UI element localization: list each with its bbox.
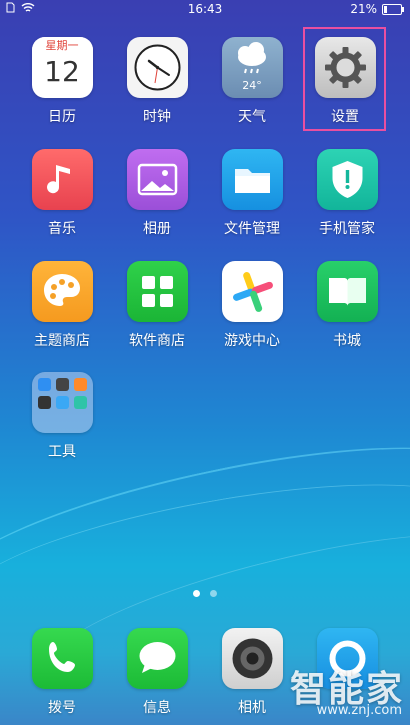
status-time: 16:43 <box>187 2 223 16</box>
palette-icon <box>31 261 93 322</box>
message-icon <box>126 628 188 689</box>
app-file-manager[interactable]: 文件管理 <box>207 149 297 238</box>
book-icon <box>316 261 378 322</box>
weather-temp: 24° <box>242 79 262 92</box>
app-label: 工具 <box>48 444 76 460</box>
app-label: 信息 <box>143 700 171 716</box>
phone-icon <box>31 628 93 689</box>
page-dot-1[interactable] <box>193 590 200 597</box>
app-label: 相册 <box>143 221 171 237</box>
contacts-mini-icon <box>37 378 51 391</box>
app-album[interactable]: 相册 <box>112 149 202 238</box>
settings-highlight-box <box>303 27 386 131</box>
photo-album-icon <box>126 149 188 210</box>
app-label: 书城 <box>333 333 361 349</box>
app-grid-icon <box>126 261 188 322</box>
app-label: 天气 <box>238 109 266 125</box>
sync-mini-icon <box>55 396 69 409</box>
dock-camera[interactable]: 相机 <box>207 628 297 717</box>
app-bookstore[interactable]: 书城 <box>302 261 392 350</box>
recorder-mini-icon <box>55 378 69 391</box>
dock-phone[interactable]: 拨号 <box>17 628 107 717</box>
app-label: 音乐 <box>48 221 76 237</box>
app-label: 日历 <box>48 109 76 125</box>
weather-icon: 24° <box>221 37 283 98</box>
app-label: 时钟 <box>143 109 171 125</box>
page-dot-2[interactable] <box>210 590 217 597</box>
app-label: 拨号 <box>48 700 76 716</box>
clock-icon <box>126 37 188 98</box>
app-weather[interactable]: 24° 天气 <box>207 37 297 126</box>
app-label: 主题商店 <box>34 333 90 349</box>
calendar-weekday: 星期一 <box>31 37 93 53</box>
app-game-center[interactable]: 游戏中心 <box>207 261 297 350</box>
watermark-url: www.znj.com <box>316 703 402 718</box>
calculator-mini-icon <box>73 378 87 391</box>
battery-percent: 21% <box>350 2 377 16</box>
app-theme-store[interactable]: 主题商店 <box>17 261 107 350</box>
app-label: 手机管家 <box>319 221 375 237</box>
app-label: 游戏中心 <box>224 333 280 349</box>
page-indicator <box>0 590 410 597</box>
music-note-icon <box>31 149 93 210</box>
wifi-share-mini-icon <box>73 396 87 409</box>
app-label: 文件管理 <box>224 221 280 237</box>
folder-tools-icon <box>31 372 93 433</box>
calendar-icon: 星期一 12 <box>31 37 93 98</box>
compass-mini-icon <box>37 396 51 409</box>
app-phone-manager[interactable]: 手机管家 <box>302 149 392 238</box>
app-software-store[interactable]: 软件商店 <box>112 261 202 350</box>
app-calendar[interactable]: 星期一 12 日历 <box>17 37 107 126</box>
app-clock[interactable]: 时钟 <box>112 37 202 126</box>
app-label: 软件商店 <box>129 333 185 349</box>
app-label: 相机 <box>238 700 266 716</box>
shield-icon <box>316 149 378 210</box>
dock-messages[interactable]: 信息 <box>112 628 202 717</box>
status-bar: 16:43 21% <box>0 0 410 18</box>
calendar-day: 12 <box>44 55 80 88</box>
battery-icon <box>382 3 404 15</box>
app-folder-tools[interactable]: 工具 <box>17 372 107 461</box>
folder-icon <box>221 149 283 210</box>
camera-icon <box>221 628 283 689</box>
game-center-icon <box>221 261 283 322</box>
app-music[interactable]: 音乐 <box>17 149 107 238</box>
